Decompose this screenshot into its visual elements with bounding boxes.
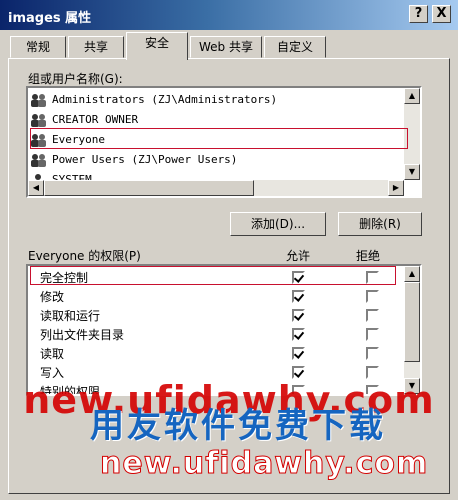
deny-column-header: 拒绝 [356,249,381,263]
user-item-creator-owner[interactable]: CREATOR OWNER [30,110,398,130]
allow-column-header: 允许 [286,249,311,263]
permission-row: 列出文件夹目录 [30,325,400,345]
scroll-up-icon[interactable]: ▲ [404,266,420,282]
users-listbox[interactable]: Administrators (ZJ\Administrators) CREAT… [26,86,422,198]
permission-name: 完全控制 [40,271,89,285]
tab-general[interactable]: 常规 [10,36,66,58]
watermark-url-outline: new.ufidawhy.com [99,446,429,482]
permission-name: 读取 [40,347,65,361]
scroll-right-icon[interactable]: ▶ [388,180,404,196]
allow-checkbox[interactable] [292,290,305,303]
permission-row: 读取 [30,344,400,364]
scroll-down-icon[interactable]: ▼ [404,164,420,180]
window-title: images 属性 [8,11,92,26]
watermark-slogan: 用友软件免费下载 [90,406,386,446]
add-button[interactable]: 添加(D)... [230,212,326,236]
permission-row: 完全控制 [30,268,400,288]
group-icon [31,114,46,127]
scroll-thumb[interactable] [44,180,254,196]
remove-button[interactable]: 删除(R) [338,212,422,236]
allow-checkbox[interactable] [292,347,305,360]
permissions-vertical-scrollbar[interactable]: ▲ ▼ [404,266,420,394]
tab-sharing[interactable]: 共享 [68,36,124,58]
scroll-up-icon[interactable]: ▲ [404,88,420,104]
user-item-label: Everyone [52,133,105,146]
scroll-thumb[interactable] [404,282,420,362]
group-icon [31,94,46,107]
title-bar: images 属性 ? X [0,0,458,30]
user-item-administrators[interactable]: Administrators (ZJ\Administrators) [30,90,398,110]
permission-row: 读取和运行 [30,306,400,326]
help-button[interactable]: ? [409,5,428,23]
tab-custom[interactable]: 自定义 [264,36,326,58]
user-item-everyone[interactable]: Everyone [30,130,398,150]
users-label: 组或用户名称(G): [28,72,123,86]
deny-checkbox[interactable] [366,347,379,360]
deny-checkbox[interactable] [366,328,379,341]
users-horizontal-scrollbar[interactable]: ◀ ▶ [28,180,404,196]
user-item-label: Power Users (ZJ\Power Users) [52,153,238,166]
deny-checkbox[interactable] [366,309,379,322]
close-button[interactable]: X [432,5,451,23]
user-item-power-users[interactable]: Power Users (ZJ\Power Users) [30,150,398,170]
users-vertical-scrollbar[interactable]: ▲ ▼ [404,88,420,180]
allow-checkbox[interactable] [292,328,305,341]
scroll-left-icon[interactable]: ◀ [28,180,44,196]
permissions-list: 完全控制 修改 读取和运行 列出文件夹目录 读取 写入 特别的权限 ▲ ▼ [26,264,422,396]
permission-row: 修改 [30,287,400,307]
tab-security[interactable]: 安全 [126,32,188,60]
user-item-label: CREATOR OWNER [52,113,139,126]
allow-checkbox[interactable] [292,309,305,322]
permission-name: 读取和运行 [40,309,101,323]
deny-checkbox[interactable] [366,271,379,284]
allow-checkbox[interactable] [292,271,305,284]
group-icon [31,134,46,147]
permission-name: 列出文件夹目录 [40,328,125,342]
deny-checkbox[interactable] [366,290,379,303]
tab-web-sharing[interactable]: Web 共享 [190,36,262,58]
permissions-label: Everyone 的权限(P) [28,249,141,263]
permission-name: 修改 [40,290,65,304]
group-icon [31,154,46,167]
user-item-label: Administrators (ZJ\Administrators) [52,93,278,106]
